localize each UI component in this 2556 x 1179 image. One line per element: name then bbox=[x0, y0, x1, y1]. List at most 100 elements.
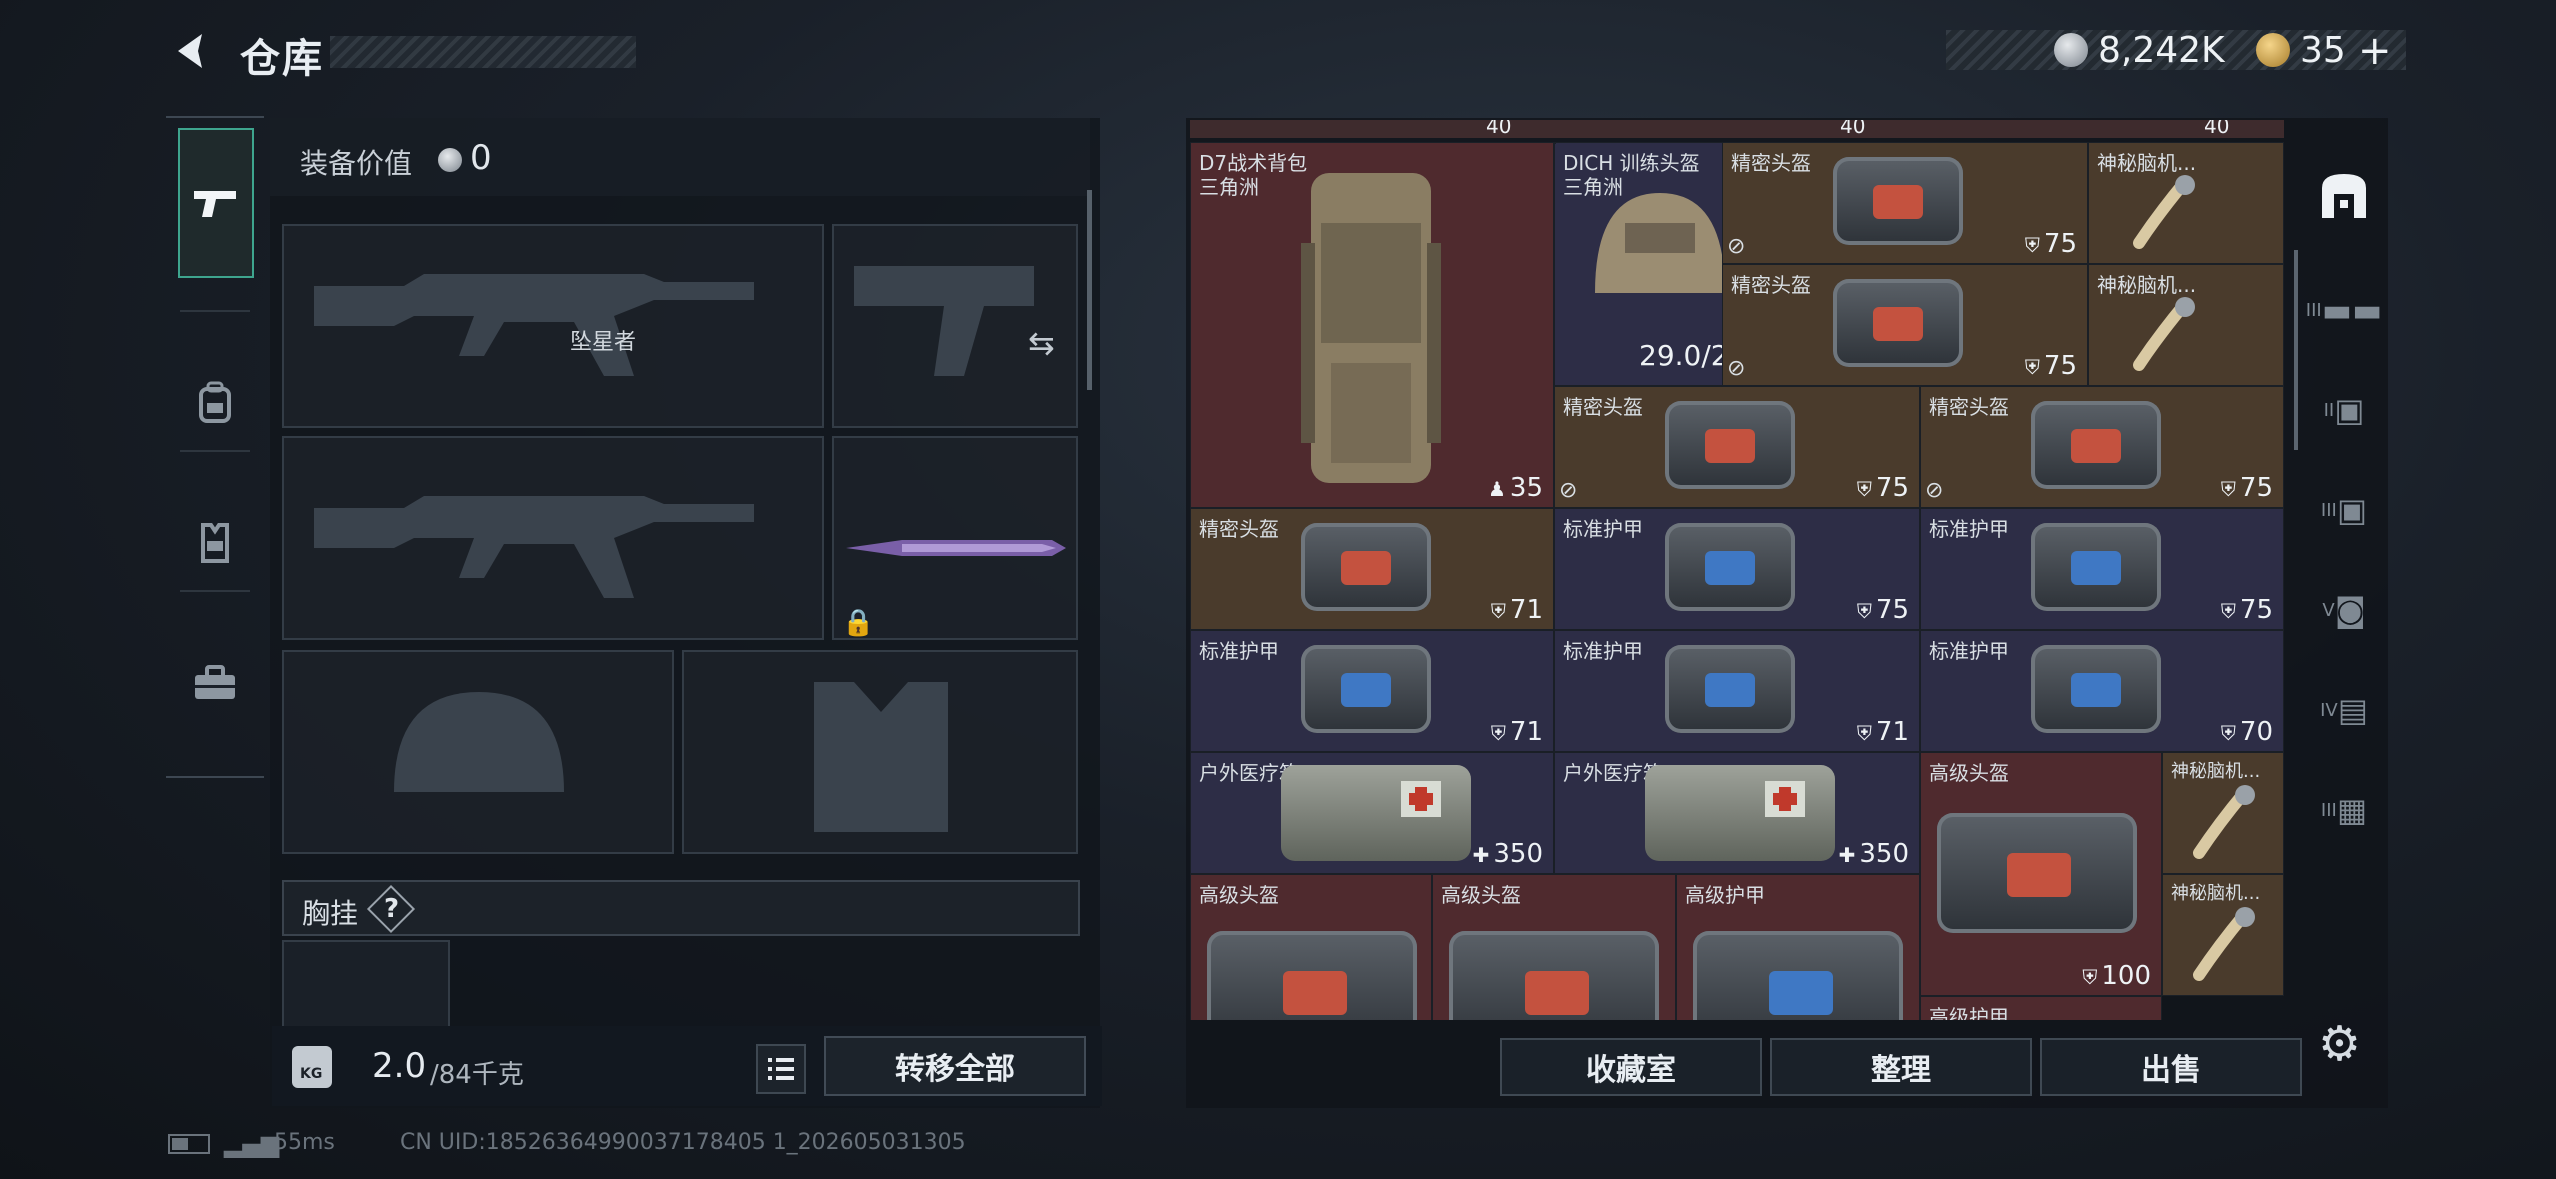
storage-tab[interactable]: III ▣ bbox=[2300, 460, 2388, 560]
inventory-item[interactable]: D7战术背包 三角洲 ♟ 35 bbox=[1190, 142, 1554, 508]
item-name: 标准护甲 bbox=[1929, 639, 2009, 663]
nav-vest-tab[interactable] bbox=[166, 468, 264, 618]
inventory-item[interactable]: 高级护甲 bbox=[1676, 874, 1920, 1020]
shield-icon: ⛨ bbox=[1856, 477, 1872, 501]
item-name: 标准护甲 bbox=[1563, 639, 1643, 663]
organize-button[interactable]: 整理 bbox=[1770, 1038, 2032, 1096]
inventory-item[interactable]: 神秘脑机... bbox=[2162, 752, 2284, 874]
item-name: 精密头盔 bbox=[1199, 517, 1279, 541]
storage-tab[interactable]: V ◙ bbox=[2300, 560, 2388, 660]
nav-divider bbox=[180, 310, 250, 312]
inventory-item[interactable]: 标准护甲 ⛨ 71 bbox=[1554, 630, 1920, 752]
helmet-item-icon bbox=[1595, 193, 1725, 293]
title-decoration bbox=[330, 36, 636, 68]
item-name: 高级护甲 bbox=[1929, 1005, 2009, 1020]
item-stat: ⛨ 75 bbox=[2024, 229, 2077, 259]
inventory-item[interactable]: 户外医疗箱 ✚ 350 bbox=[1554, 752, 1920, 874]
nav-toolbox-tab[interactable] bbox=[166, 608, 264, 758]
item-stat: 40 bbox=[2204, 120, 2230, 138]
transfer-all-button[interactable]: 转移全部 bbox=[824, 1036, 1086, 1096]
medkit-icon bbox=[1645, 765, 1835, 861]
inventory-item[interactable]: 标准护甲 ⛨ 71 bbox=[1190, 630, 1554, 752]
inventory-item[interactable]: 神秘脑机... bbox=[2088, 264, 2284, 386]
inventory-item[interactable]: 高级头盔 bbox=[1190, 874, 1432, 1020]
shield-icon: ⛨ bbox=[1856, 721, 1872, 745]
helmet-case-icon bbox=[1833, 157, 1963, 245]
inventory-item[interactable]: 精密头盔 ⊘ ⛨ 75 bbox=[1554, 386, 1920, 508]
inventory-item[interactable]: 标准护甲 ⛨ 70 bbox=[1920, 630, 2284, 752]
add-currency-button[interactable]: + bbox=[2358, 28, 2392, 74]
inventory-item[interactable]: 精密头盔 ⊘ ⛨ 75 bbox=[1722, 142, 2088, 264]
list-view-button[interactable] bbox=[756, 1044, 806, 1094]
storage-tab[interactable]: IV ▤ bbox=[2300, 660, 2388, 760]
storage-tab[interactable]: III ▦ bbox=[2300, 760, 2388, 860]
storage-tab[interactable]: II ▣ bbox=[2300, 360, 2388, 460]
tier5-helmet-icon: V bbox=[2322, 599, 2335, 621]
brain-device-icon bbox=[2133, 175, 2195, 249]
helmet-case-icon bbox=[1665, 401, 1795, 489]
inventory-item[interactable]: 标准护甲 ⛨ 75 bbox=[1920, 508, 2284, 630]
inventory-item[interactable]: 精密头盔 ⊘ ⛨ 75 bbox=[1920, 386, 2284, 508]
back-arrow-icon[interactable] bbox=[168, 28, 214, 74]
shield-icon: ⛨ bbox=[2082, 965, 2098, 989]
tier2-armor-icon: II bbox=[2323, 399, 2335, 421]
no-repair-icon: ⊘ bbox=[1727, 356, 1746, 381]
heal-plus-icon: ✚ bbox=[1472, 843, 1490, 867]
signal-icon: ▂▄▆ bbox=[224, 1130, 280, 1158]
nav-backpack-tab[interactable] bbox=[166, 328, 264, 478]
shield-icon: ⛨ bbox=[1490, 721, 1506, 745]
shield-icon: ⛨ bbox=[2220, 477, 2236, 501]
item-stat: ⛨ 75 bbox=[2024, 351, 2077, 381]
nav-divider bbox=[180, 590, 250, 592]
inventory-item[interactable]: 高级护甲 bbox=[1920, 996, 2162, 1020]
inventory-item[interactable]: 神秘脑机... bbox=[2088, 142, 2284, 264]
no-repair-icon: ⊘ bbox=[1925, 478, 1944, 503]
chest-rig-slot[interactable] bbox=[282, 940, 450, 1030]
item-name: 精密头盔 bbox=[1731, 273, 1811, 297]
value-coin-icon bbox=[438, 148, 462, 172]
help-icon[interactable]: ? bbox=[384, 894, 399, 924]
helmet-slot[interactable] bbox=[282, 650, 674, 854]
equipment-scrollbar[interactable] bbox=[1087, 190, 1092, 390]
vest-icon bbox=[201, 523, 229, 563]
storage-tab[interactable]: III ▬▬ bbox=[2300, 260, 2388, 360]
shield-icon: ⛨ bbox=[2024, 355, 2040, 379]
weight-unit-badge: KG bbox=[300, 1066, 323, 1082]
storage-all-tab[interactable] bbox=[2300, 146, 2388, 246]
armor-case-icon bbox=[2031, 645, 2161, 733]
inventory-item[interactable]: 精密头盔 ⛨ 71 bbox=[1190, 508, 1554, 630]
collection-room-button[interactable]: 收藏室 bbox=[1500, 1038, 1762, 1096]
inventory-item[interactable]: 标准护甲 ⛨ 75 bbox=[1554, 508, 1920, 630]
armor-slot[interactable] bbox=[682, 650, 1078, 854]
rifle-silhouette-icon bbox=[314, 274, 754, 376]
heal-plus-icon: ✚ bbox=[1838, 843, 1856, 867]
equipment-value-bar: 装备价值 0 bbox=[270, 118, 1090, 196]
battery-icon bbox=[168, 1134, 210, 1154]
armor-case-icon bbox=[1693, 931, 1903, 1020]
list-icon bbox=[768, 1058, 794, 1080]
swap-icon[interactable]: ⇆ bbox=[1028, 324, 1055, 362]
equipment-value-amount: 0 bbox=[470, 138, 492, 178]
secondary-weapon-slot[interactable] bbox=[282, 436, 824, 640]
backpack-item-icon bbox=[1301, 173, 1441, 483]
tier3-rifle-icon: III bbox=[2305, 299, 2322, 321]
chest-rig-label: 胸挂 bbox=[302, 897, 359, 930]
weight-current: 2.0 bbox=[372, 1046, 427, 1086]
item-source: 三角洲 bbox=[1199, 175, 1259, 199]
helmet-case-icon bbox=[1301, 523, 1431, 611]
inventory-item[interactable]: 高级头盔 ⛨ 100 bbox=[1920, 752, 2162, 996]
settings-gear-icon[interactable]: ⚙ bbox=[2318, 1016, 2361, 1072]
sell-button[interactable]: 出售 bbox=[2040, 1038, 2302, 1096]
nav-weapons-tab[interactable] bbox=[178, 128, 254, 278]
inventory-item[interactable]: 精密头盔 ⊘ ⛨ 75 bbox=[1722, 264, 2088, 386]
inventory-item[interactable]: 户外医疗箱 ✚ 350 bbox=[1190, 752, 1554, 874]
helmet-silhouette-icon bbox=[394, 692, 564, 792]
tier3-crate-icon: III bbox=[2320, 799, 2337, 821]
item-stat: ⛨ 75 bbox=[2220, 473, 2273, 503]
inventory-item[interactable]: 神秘脑机... bbox=[2162, 874, 2284, 996]
inventory-item[interactable]: 高级头盔 bbox=[1432, 874, 1676, 1020]
melee-item-name: 坠星者 bbox=[570, 330, 637, 355]
primary-weapon-slot[interactable] bbox=[282, 224, 824, 428]
inventory-scrollbar[interactable] bbox=[2294, 250, 2298, 450]
gold-amount: 35 bbox=[2300, 30, 2346, 71]
